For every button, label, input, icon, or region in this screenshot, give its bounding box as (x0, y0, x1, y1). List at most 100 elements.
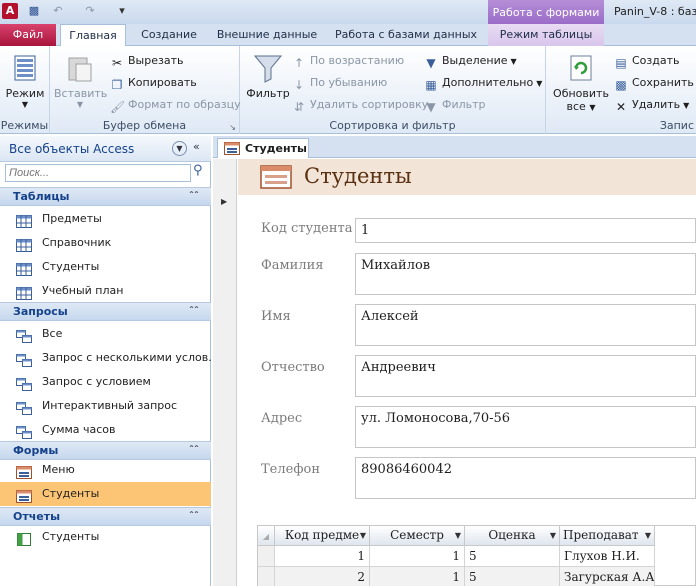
address-field[interactable]: ул. Ломоносова,70-56 (355, 406, 696, 448)
nav-section-queries[interactable]: Запросы ˆˆ (0, 302, 211, 321)
tab-external-data[interactable]: Внешние данные (210, 24, 324, 46)
nav-item-table[interactable]: Предметы (0, 207, 211, 231)
cell-teacher[interactable]: Глухов Н.И. (560, 546, 655, 567)
new-record-button[interactable]: ▤ Создать (614, 52, 680, 70)
table-icon (16, 285, 32, 300)
filter-button[interactable]: Фильтр (244, 52, 292, 100)
phone-field[interactable]: 89086460042 (355, 457, 696, 499)
context-tab-header: Работа с формами (488, 0, 604, 24)
cell-subject[interactable]: 2 (275, 567, 370, 586)
nav-section-tables[interactable]: Таблицы ˆˆ (0, 187, 211, 206)
remove-sort-label: Удалить сортировку (310, 98, 429, 111)
column-header-grade[interactable]: Оценка ▼ (465, 526, 560, 546)
nav-search-input[interactable] (5, 164, 191, 182)
access-app-icon[interactable]: A (2, 3, 18, 19)
advanced-filter-icon: ▦ (425, 78, 437, 92)
dropdown-arrow-icon: ▼ (683, 101, 690, 110)
tab-database-tools[interactable]: Работа с базами данных (326, 24, 486, 46)
nav-item-query[interactable]: Все (0, 322, 211, 346)
nav-item-report[interactable]: Студенты (0, 525, 211, 549)
tab-file[interactable]: Файл (0, 24, 56, 46)
nav-collapse-icon[interactable]: « (193, 140, 200, 153)
nav-item-table[interactable]: Справочник (0, 231, 211, 255)
select-all-corner[interactable]: ◢ (258, 526, 275, 546)
cell-semester[interactable]: 1 (370, 567, 465, 586)
document-tab-label: Студенты (245, 142, 307, 155)
nav-item-query[interactable]: Запрос с несколькими услов... (0, 346, 211, 370)
sort-dropdown-icon[interactable]: ▼ (645, 526, 651, 545)
nav-item-label: Запрос с условием (42, 375, 151, 388)
field-label-address: Адрес (261, 411, 303, 426)
view-mode-icon (9, 52, 41, 84)
tab-create[interactable]: Создание (130, 24, 208, 46)
search-icon[interactable]: ⚲ (193, 163, 203, 178)
cell-grade[interactable]: 5 (465, 546, 560, 567)
column-header-semester[interactable]: Семестр ▼ (370, 526, 465, 546)
nav-item-form-selected[interactable]: Студенты (0, 482, 211, 506)
dialog-launcher-icon[interactable]: ↘ (229, 123, 236, 132)
cell-teacher[interactable]: Загурская А.А (560, 567, 655, 586)
document-tabs: Студенты (213, 136, 696, 158)
group-label-sort-filter: Сортировка и фильтр (329, 119, 456, 132)
tab-home[interactable]: Главная (60, 24, 126, 47)
group-clipboard: Вставить ▼ ✂ Вырезать ❐ Копировать 🖌 Формат… (50, 46, 241, 134)
nav-item-table[interactable]: Учебный план (0, 279, 211, 303)
collapse-chevron-icon: ˆˆ (189, 445, 199, 456)
copy-button[interactable]: ❐ Копировать (110, 74, 197, 92)
nav-menu-chevron-icon[interactable]: ▼ (172, 141, 187, 156)
remove-sort-button[interactable]: ⇵ Удалить сортировку (292, 96, 428, 114)
toggle-filter-button[interactable]: ▼ Фильтр (424, 96, 485, 114)
middle-name-field[interactable]: Андреевич (355, 355, 696, 397)
delete-record-button[interactable]: ✕ Удалить ▼ (614, 96, 689, 114)
column-header-teacher[interactable]: Преподават ▼ (560, 526, 655, 546)
customize-qat-icon[interactable]: ▾ (114, 3, 130, 19)
paste-button[interactable]: Вставить ▼ (54, 52, 107, 109)
cell-subject[interactable]: 1 (275, 546, 370, 567)
advanced-filter-button[interactable]: ▦ Дополнительно ▼ (424, 74, 542, 92)
nav-item-label: Все (42, 327, 63, 340)
last-name-field[interactable]: Михайлов (355, 253, 696, 295)
delete-label: Удалить (632, 98, 681, 111)
row-selector[interactable] (258, 546, 275, 567)
sort-descending-icon: ↓ (293, 78, 305, 92)
save-icon[interactable]: ▩ (26, 3, 42, 19)
format-painter-button[interactable]: 🖌 Формат по образцу (110, 96, 241, 114)
sort-descending-button[interactable]: ↓ По убыванию (292, 74, 387, 92)
nav-item-label: Предметы (42, 212, 102, 225)
nav-section-reports[interactable]: Отчеты ˆˆ (0, 507, 211, 526)
nav-section-tables-label: Таблицы (13, 190, 70, 203)
cell-semester[interactable]: 1 (370, 546, 465, 567)
group-sort-filter: Фильтр ↑ По возрастанию ↓ По убыванию ⇵ Уда… (240, 46, 546, 134)
sort-dropdown-icon[interactable]: ▼ (550, 526, 556, 545)
document-tab-students[interactable]: Студенты (217, 138, 309, 158)
field-label-first-name: Имя (261, 309, 291, 324)
column-header-subject[interactable]: Код предме ▼ (275, 526, 370, 546)
ribbon-tabs: Файл Главная Создание Внешние данные Раб… (0, 24, 696, 47)
new-record-label: Создать (632, 54, 680, 67)
sort-dropdown-icon[interactable]: ▼ (455, 526, 461, 545)
first-name-field[interactable]: Алексей (355, 304, 696, 346)
record-selector[interactable]: ▶ (213, 159, 237, 586)
row-selector[interactable] (258, 567, 275, 586)
tab-datasheet[interactable]: Режим таблицы (490, 24, 602, 46)
cut-button[interactable]: ✂ Вырезать (110, 52, 184, 70)
nav-item-form[interactable]: Меню (0, 458, 211, 482)
student-id-field[interactable]: 1 (355, 218, 696, 243)
refresh-all-button[interactable]: Обновить все ▼ (548, 52, 614, 113)
sort-dropdown-icon[interactable]: ▼ (360, 526, 366, 545)
save-record-button[interactable]: ▩ Сохранить (614, 74, 694, 92)
nav-item-query[interactable]: Сумма часов (0, 418, 211, 442)
view-mode-button[interactable]: Режим ▼ (3, 52, 47, 109)
refresh-label-line2: все (566, 100, 586, 113)
undo-icon[interactable]: ↶ (50, 3, 66, 19)
nav-item-label: Студенты (42, 260, 100, 273)
redo-icon[interactable]: ↷ (82, 3, 98, 19)
nav-item-query[interactable]: Интерактивный запрос (0, 394, 211, 418)
group-label-clipboard: Буфер обмена (102, 119, 187, 132)
selection-button[interactable]: ▼ Выделение ▼ (424, 52, 516, 70)
sort-ascending-button[interactable]: ↑ По возрастанию (292, 52, 404, 70)
nav-item-query[interactable]: Запрос с условием (0, 370, 211, 394)
nav-item-table[interactable]: Студенты (0, 255, 211, 279)
nav-header[interactable]: Все объекты Access ▼ « (0, 136, 211, 162)
cell-grade[interactable]: 5 (465, 567, 560, 586)
